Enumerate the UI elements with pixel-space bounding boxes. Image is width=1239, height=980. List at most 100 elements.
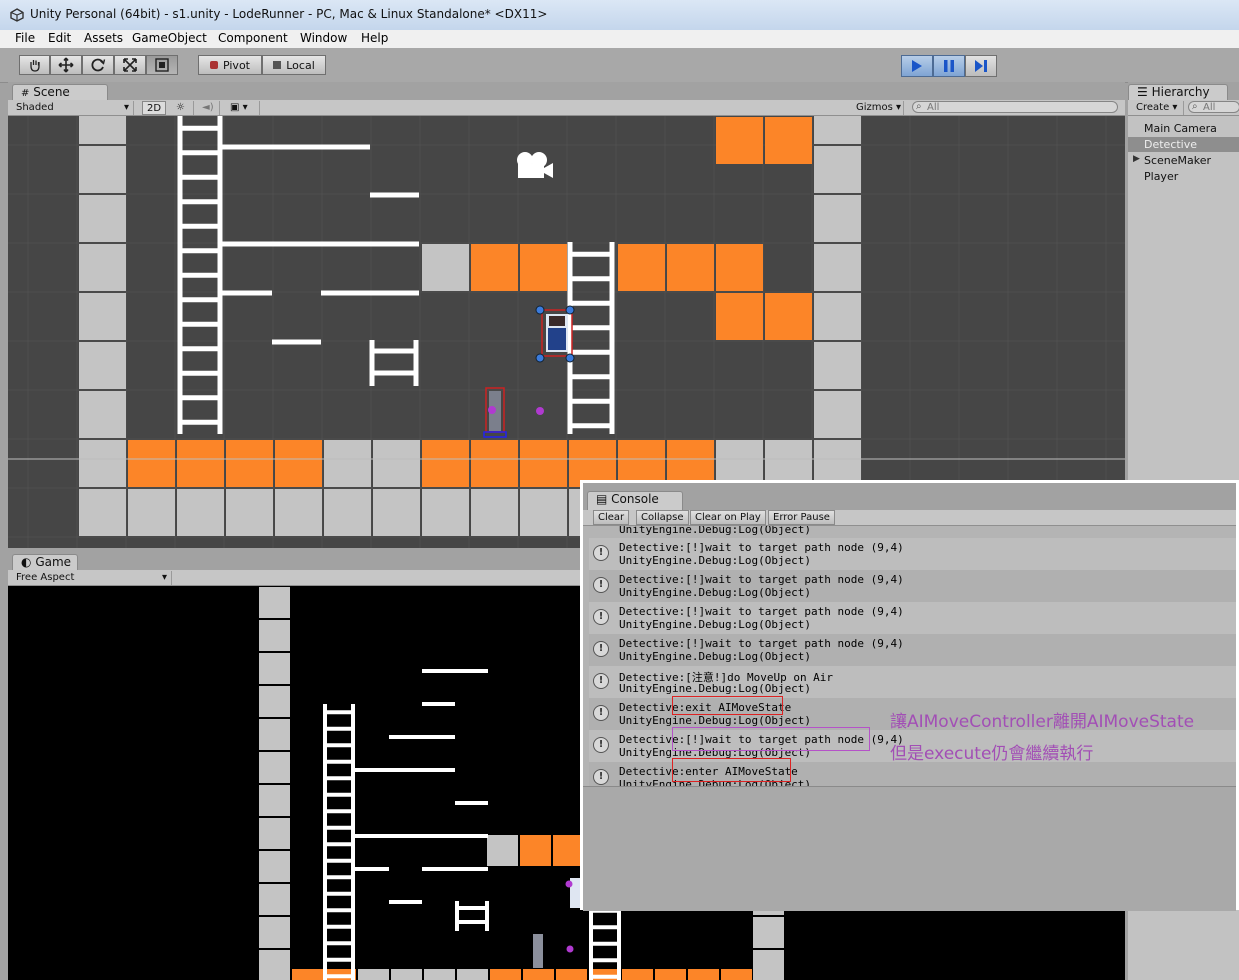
console-tab-bar: ▤ Console (583, 483, 1236, 510)
console-entry[interactable]: ! Detective:[!]wait to target path node (… (589, 570, 1236, 602)
wall-block (814, 195, 861, 242)
tab-console[interactable]: ▤ Console (587, 491, 683, 510)
wall-block (79, 293, 126, 340)
ground-block (721, 969, 752, 980)
info-icon: ! (593, 577, 609, 593)
local-toggle-button[interactable]: Local (262, 55, 326, 75)
hand-tool-button[interactable] (19, 55, 50, 75)
ground-block (422, 440, 469, 487)
hierarchy-item-player[interactable]: Player (1144, 170, 1178, 183)
window-title: Unity Personal (64bit) - s1.unity - Lode… (30, 7, 548, 21)
rect-icon (155, 58, 169, 72)
pivot-toggle-button[interactable]: Pivot (198, 55, 262, 75)
shading-dropdown[interactable]: Shaded ▾ (12, 101, 134, 115)
ground-block (292, 969, 323, 980)
lighting-toggle[interactable]: ☼ (172, 101, 194, 115)
audio-toggle[interactable]: ◄) (198, 101, 220, 115)
scale-tool-button[interactable] (114, 55, 146, 75)
tab-scene[interactable]: # Scene (12, 84, 108, 100)
effects-dropdown[interactable]: ▣ ▾ (226, 101, 260, 115)
pause-button[interactable] (933, 55, 965, 77)
hand-icon (29, 60, 40, 72)
ground-block (128, 440, 175, 487)
tab-game[interactable]: ◐ Game (12, 554, 78, 570)
rect-tool-button[interactable] (146, 55, 178, 75)
scene-control-bar: Shaded ▾ 2D ☼ ◄) ▣ ▾ Gizmos ▾ ⌕ All (8, 100, 1125, 116)
menu-edit[interactable]: Edit (48, 31, 71, 45)
floor-block (79, 489, 126, 536)
console-collapse-button[interactable]: Collapse (636, 510, 689, 525)
stone-block (487, 835, 518, 866)
hierarchy-item-scenemaker[interactable]: SceneMaker (1144, 154, 1211, 167)
camera-gizmo-icon[interactable] (517, 152, 553, 178)
sun-icon: ☼ (176, 102, 185, 113)
pivot-icon (209, 61, 218, 69)
menu-assets[interactable]: Assets (84, 31, 123, 45)
wall-block (259, 785, 290, 816)
ground-block (688, 969, 719, 980)
ground-block (520, 440, 567, 487)
ladder (369, 340, 419, 386)
highlight-wait-node (672, 727, 870, 751)
ground-block (391, 969, 422, 980)
brick-block (765, 293, 812, 340)
wall-block (259, 719, 290, 750)
player-collider (483, 431, 507, 438)
hierarchy-item-detective[interactable]: Detective (1144, 138, 1197, 151)
wall-block (79, 440, 126, 487)
rect-handle (535, 305, 545, 315)
info-icon: ! (593, 609, 609, 625)
ground-block (655, 969, 686, 980)
mode-2d-toggle[interactable]: 2D (142, 101, 166, 115)
wall-block (259, 752, 290, 783)
ground-block (373, 440, 420, 487)
play-button[interactable] (901, 55, 933, 77)
ladder (177, 116, 223, 434)
annotation-line-2: 但是execute仍會繼續執行 (890, 744, 1094, 764)
highlight-exit-state (672, 696, 783, 715)
info-icon: ! (593, 673, 609, 689)
move-icon (58, 57, 74, 73)
menu-file[interactable]: File (15, 31, 35, 45)
gizmos-dropdown[interactable]: Gizmos ▾ (852, 101, 904, 115)
rect-handle (565, 305, 575, 315)
menu-component[interactable]: Component (218, 31, 288, 45)
console-entry[interactable]: ! Detective:[!]wait to target path node (… (589, 634, 1236, 666)
console-icon: ▤ (596, 492, 608, 506)
ground-block (358, 969, 389, 980)
console-error-pause-button[interactable]: Error Pause (768, 510, 835, 525)
speaker-icon: ◄) (202, 102, 214, 113)
annotation-line-1: 讓AIMoveController離開AIMoveState (890, 712, 1195, 732)
scene-tab-label: Scene (33, 85, 70, 99)
search-icon: ⌕ (1192, 101, 1198, 112)
create-dropdown[interactable]: Create ▾ (1132, 101, 1184, 115)
console-clear-on-play-button[interactable]: Clear on Play (690, 510, 766, 525)
menu-help[interactable]: Help (361, 31, 388, 45)
stone-block (422, 244, 469, 291)
step-button[interactable] (965, 55, 997, 77)
ground-block (457, 969, 488, 980)
wall-block (79, 116, 126, 144)
grid-icon: # (21, 88, 30, 99)
camera-body (518, 164, 544, 178)
tab-hierarchy[interactable]: ☰ Hierarchy (1128, 84, 1228, 100)
move-tool-button[interactable] (50, 55, 82, 75)
hierarchy-item-main-camera[interactable]: Main Camera (1144, 122, 1217, 135)
ground-block (424, 969, 455, 980)
console-entry[interactable]: ! Detective:[!]wait to target path node (… (589, 602, 1236, 634)
aspect-dropdown[interactable]: Free Aspect ▾ (12, 571, 172, 585)
scene-search-input[interactable]: ⌕ All (912, 101, 1118, 113)
console-clear-button[interactable]: Clear (593, 510, 630, 525)
rotate-tool-button[interactable] (82, 55, 114, 75)
game-icon: ◐ (21, 555, 32, 569)
expand-arrow-icon[interactable]: ▶ (1133, 154, 1140, 164)
floor-block (373, 489, 420, 536)
console-entry[interactable]: ! Detective:[!]wait to target path node (… (589, 538, 1236, 570)
rect-handle (565, 353, 575, 363)
highlight-enter-state (672, 758, 791, 782)
hierarchy-search-input[interactable]: ⌕ All (1188, 101, 1239, 113)
ground-block (556, 969, 587, 980)
console-entry[interactable]: ! Detective:[注意!]do MoveUp on Air UnityEng… (589, 666, 1236, 698)
menu-gameobject[interactable]: GameObject (132, 31, 207, 45)
menu-window[interactable]: Window (300, 31, 347, 45)
